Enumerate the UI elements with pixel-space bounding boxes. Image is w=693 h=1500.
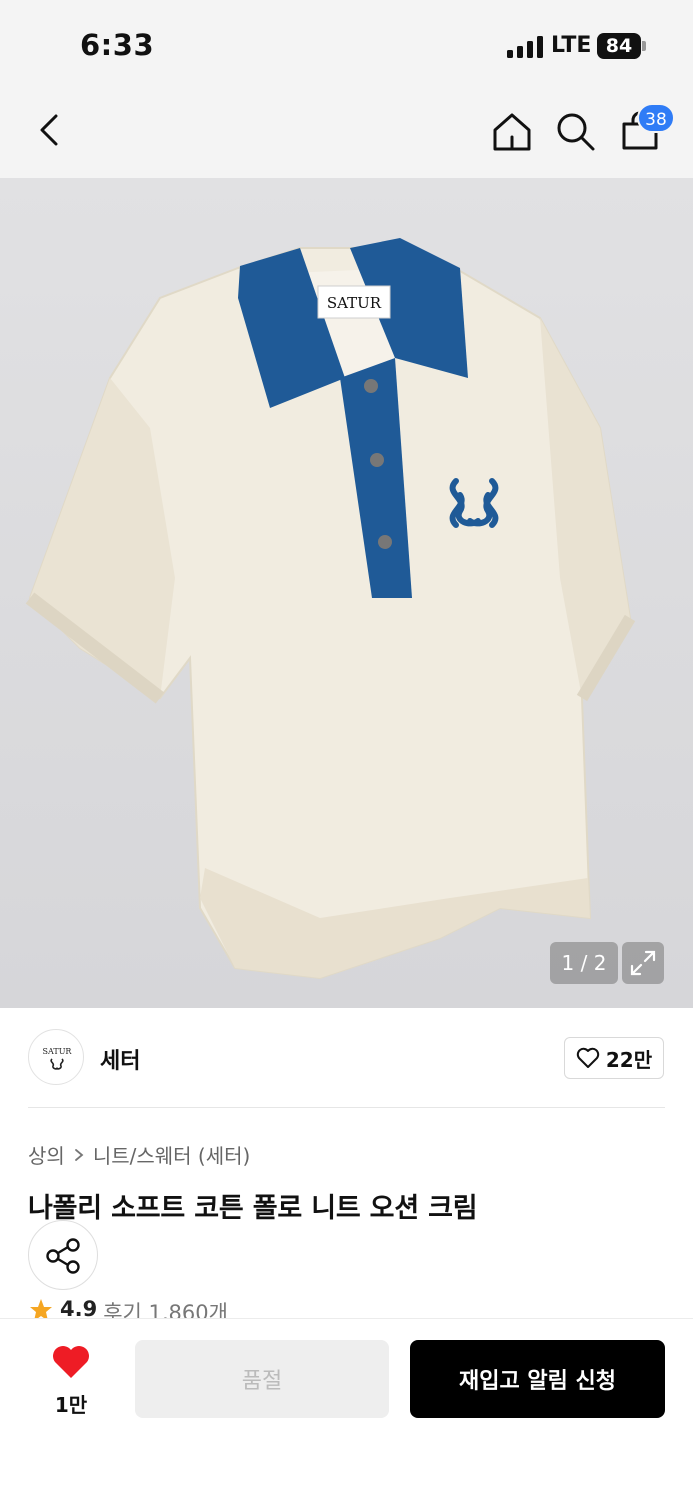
product-title: 나폴리 소프트 코튼 폴로 니트 오션 크림: [28, 1193, 478, 1224]
network-type: LTE: [551, 33, 592, 58]
restock-alert-button[interactable]: 재입고 알림 신청: [410, 1340, 665, 1418]
breadcrumb: 상의 니트/스웨터 (세터): [28, 1140, 250, 1169]
share-icon: [46, 1238, 80, 1274]
divider: [28, 1107, 665, 1108]
product-photo: SATUR: [25, 238, 636, 980]
wishlist-count: 1만: [54, 1393, 88, 1417]
brand-like-count: 22만: [605, 1047, 653, 1072]
product-image-gallery[interactable]: SATUR 1 / 2: [0, 178, 693, 1008]
nav-bar: [0, 90, 693, 178]
search-button[interactable]: [554, 110, 598, 154]
home-button[interactable]: [490, 110, 534, 154]
status-time: 6:33: [80, 28, 155, 62]
bottom-action-bar: 1만 품절 재입고 알림 신청: [0, 1318, 693, 1500]
label-text: SATUR: [327, 294, 382, 312]
heart-filled-icon: [53, 1346, 89, 1378]
brand-logo[interactable]: SATUR: [28, 1029, 84, 1085]
brand-logo-text: SATUR: [43, 1047, 73, 1056]
share-button[interactable]: [28, 1220, 98, 1290]
search-icon: [557, 113, 595, 151]
brand-logo-image: SATUR: [43, 1047, 73, 1070]
brand-name[interactable]: 세터: [100, 1043, 140, 1075]
back-button[interactable]: [30, 110, 70, 150]
page-indicator: 1 / 2: [550, 942, 618, 984]
cart-count-badge: 38: [637, 103, 675, 133]
chevron-left-icon: [40, 114, 58, 146]
heart-outline-icon: [576, 1047, 600, 1068]
expand-button[interactable]: [622, 942, 664, 984]
expand-icon: [630, 950, 656, 976]
battery-icon: 84: [597, 33, 641, 59]
brand-like-button[interactable]: 22만: [564, 1037, 664, 1079]
breadcrumb-subcategory[interactable]: 니트/스웨터 (세터): [93, 1140, 251, 1169]
battery-tip: [642, 41, 646, 51]
breadcrumb-category[interactable]: 상의: [28, 1140, 65, 1169]
status-bar: 6:33 LTE 84: [0, 0, 693, 90]
signal-icon: [507, 36, 543, 58]
home-icon: [493, 113, 531, 151]
wishlist-button[interactable]: 1만: [40, 1345, 102, 1419]
soldout-button: 품절: [135, 1340, 389, 1418]
chevron-right-icon: [74, 1148, 84, 1161]
